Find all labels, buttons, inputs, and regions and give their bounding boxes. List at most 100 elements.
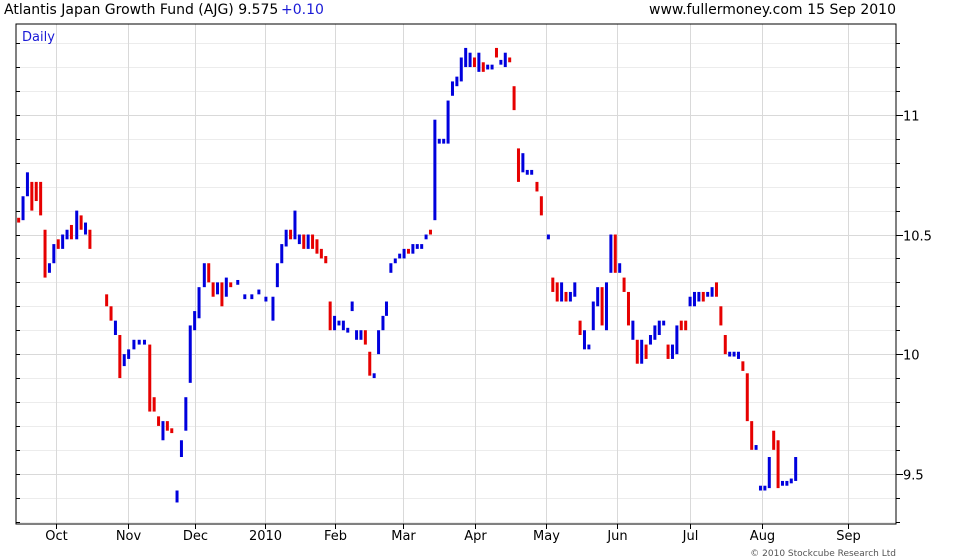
price-bar-up bbox=[341, 320, 345, 331]
price-bar-down bbox=[776, 440, 780, 489]
price-bar-up bbox=[763, 485, 767, 491]
x-tick-label: Dec bbox=[183, 529, 208, 544]
price-bar-up bbox=[459, 57, 463, 82]
price-bar-up bbox=[127, 349, 131, 359]
price-bar-down bbox=[551, 277, 555, 292]
price-bar-up bbox=[216, 282, 220, 295]
price-bar-down bbox=[220, 282, 224, 307]
price-bar-up bbox=[122, 354, 126, 367]
y-tick-label: 9.5 bbox=[903, 469, 924, 484]
price-bar-up bbox=[372, 373, 376, 379]
price-bar-up bbox=[675, 325, 679, 355]
price-bar-up bbox=[280, 244, 284, 264]
price-bar-down bbox=[635, 339, 639, 364]
price-bar-up bbox=[161, 421, 165, 441]
price-bar-up bbox=[61, 234, 65, 249]
x-tick-label: Feb bbox=[324, 529, 347, 544]
price-bar-down bbox=[109, 306, 113, 321]
price-bar-up bbox=[530, 169, 534, 175]
price-bar-down bbox=[508, 57, 512, 63]
price-bar-up bbox=[179, 440, 183, 458]
price-bar-down bbox=[516, 148, 520, 182]
price-bar-up bbox=[758, 485, 762, 491]
price-bar-down bbox=[56, 239, 60, 249]
price-bar-down bbox=[328, 301, 332, 331]
price-bar-up bbox=[437, 138, 441, 144]
price-bar-up bbox=[398, 253, 402, 259]
price-bar-up bbox=[442, 138, 446, 144]
price-bar-down bbox=[289, 229, 293, 240]
price-bar-up bbox=[692, 291, 696, 307]
price-bar-up bbox=[450, 81, 454, 96]
price-bar-down bbox=[311, 234, 315, 249]
price-bar-up bbox=[243, 294, 247, 300]
price-bar-up bbox=[648, 335, 652, 345]
price-bar-up bbox=[202, 263, 206, 288]
price-bar-up bbox=[455, 76, 459, 87]
price-bar-up bbox=[591, 301, 595, 331]
price-bar-up bbox=[780, 480, 784, 486]
price-bar-up bbox=[411, 244, 415, 254]
price-bar-down bbox=[43, 229, 47, 278]
grid-lines bbox=[16, 24, 896, 524]
price-bar-up bbox=[75, 210, 79, 240]
price-bar-down bbox=[69, 224, 73, 240]
price-bar-up bbox=[389, 263, 393, 273]
price-bar-down bbox=[324, 256, 328, 264]
price-bar-up bbox=[653, 325, 657, 340]
plot-frame bbox=[15, 23, 897, 525]
price-bar-down bbox=[578, 320, 582, 336]
price-bar-up bbox=[477, 52, 481, 72]
price-bar-up bbox=[640, 339, 644, 364]
price-bar-down bbox=[701, 291, 705, 302]
price-bar-up bbox=[393, 258, 397, 264]
price-bar-down bbox=[535, 181, 539, 192]
price-bar-down bbox=[741, 361, 745, 371]
price-bar-up bbox=[710, 287, 714, 297]
price-bar-down bbox=[723, 335, 727, 355]
price-bar-down bbox=[564, 291, 568, 302]
price-bar-up bbox=[284, 229, 288, 247]
price-bar-down bbox=[494, 47, 498, 58]
price-bar-up bbox=[52, 244, 56, 264]
price-bar-up bbox=[355, 330, 359, 340]
price-bar-up bbox=[293, 210, 297, 240]
website-label[interactable]: www.fullermoney.com bbox=[649, 2, 803, 18]
price-bar-up bbox=[546, 234, 550, 240]
price-bar-up bbox=[794, 457, 798, 481]
price-bar-up bbox=[767, 457, 771, 489]
price-bar-up bbox=[271, 296, 275, 321]
price-bar-down bbox=[555, 282, 559, 302]
price-bar-up bbox=[587, 344, 591, 350]
price-bar-up bbox=[499, 59, 503, 65]
price-bar-up bbox=[657, 320, 661, 336]
price-bar-up bbox=[785, 480, 789, 486]
price-bar-down bbox=[39, 181, 43, 216]
price-bar-down bbox=[406, 248, 410, 254]
chart-title: Atlantis Japan Growth Fund (AJG) 9.575 bbox=[4, 2, 278, 18]
copyright-notice: © 2010 Stockcube Research Ltd bbox=[750, 549, 896, 559]
price-bar-up bbox=[560, 282, 564, 302]
price-bar-up bbox=[789, 478, 793, 484]
price-bar-down bbox=[165, 421, 169, 431]
price-bar-down bbox=[684, 320, 688, 331]
price-bar-up bbox=[415, 244, 419, 249]
x-tick-label: Apr bbox=[464, 529, 487, 544]
price-bar-up bbox=[333, 315, 337, 331]
price-bar-up bbox=[464, 47, 468, 68]
price-bar-down bbox=[714, 282, 718, 297]
x-tick-label: Jun bbox=[606, 529, 627, 544]
price-bar-down bbox=[30, 181, 34, 211]
price-bar-up bbox=[732, 351, 736, 357]
price-bar-up bbox=[736, 351, 740, 359]
price-bar-up bbox=[446, 100, 450, 144]
x-tick-label: Sep bbox=[836, 529, 861, 544]
price-bar-up bbox=[424, 234, 428, 240]
price-bar-up bbox=[113, 320, 117, 336]
price-bar-up bbox=[525, 169, 529, 175]
price-bar-up bbox=[754, 445, 758, 450]
price-bar-down bbox=[428, 229, 432, 235]
price-bar-down bbox=[666, 344, 670, 359]
price-bar-up bbox=[25, 172, 29, 197]
price-bar-up bbox=[47, 263, 51, 273]
